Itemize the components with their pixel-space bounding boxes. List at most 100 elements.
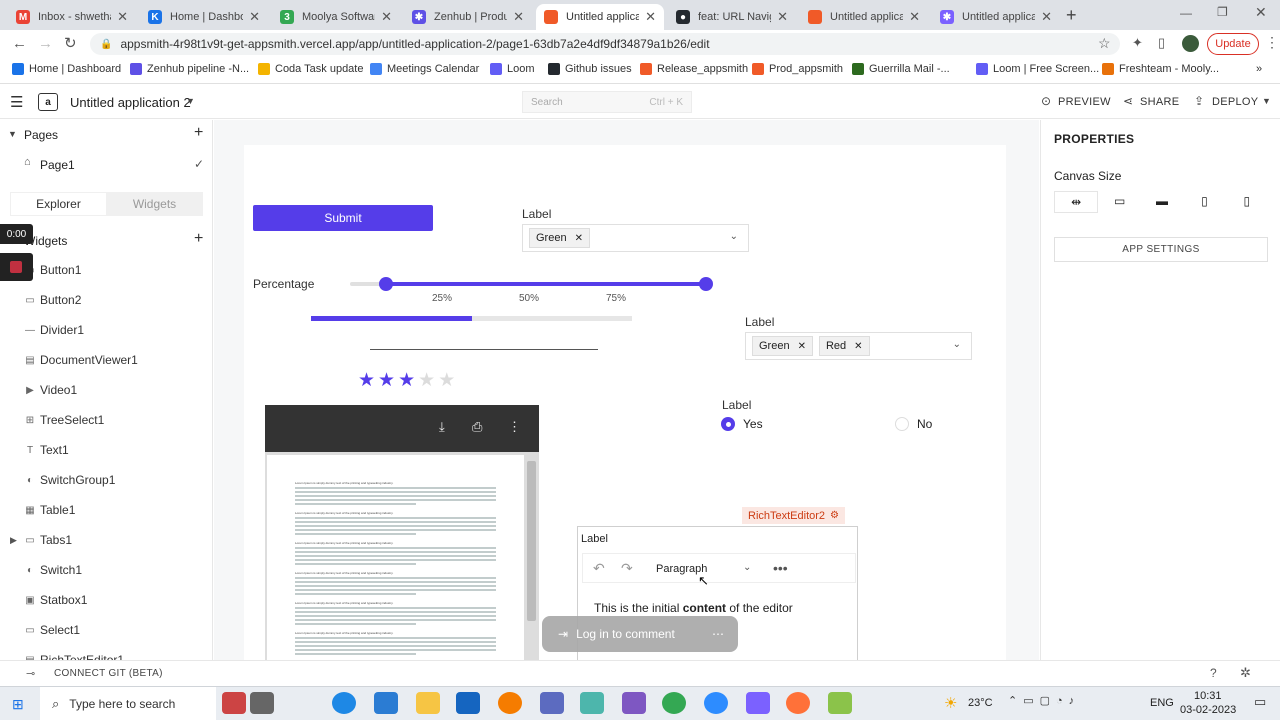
browser-tab[interactable]: ✱Zenhub | Product✕ [404,4,532,30]
deploy-chevron-icon[interactable]: ▼ [1262,96,1271,106]
menu-dots-icon[interactable]: ⋮ [1265,34,1279,51]
forward-icon[interactable]: → [38,35,53,52]
comment-pill[interactable]: ⇥ Log in to comment ⋯ [542,616,738,652]
bookmark-item[interactable]: Home | Dashboard [12,63,121,75]
taskbar-app-icon[interactable] [456,692,480,714]
download-icon[interactable]: ⤓ [439,419,445,435]
taskbar-app-icon[interactable] [250,692,274,714]
tab-explorer[interactable]: Explorer [11,193,106,215]
settings-icon[interactable]: ⚙ [830,510,839,521]
bookmark-item[interactable]: Guerrilla Mail -... [852,63,950,75]
close-tab-icon[interactable]: ✕ [117,9,128,25]
canvas[interactable]: Submit Label Green ✕ ⌄ Percentage 25% 50%… [244,145,1006,666]
widget-item[interactable]: ◐ SwitchGroup1 [0,465,212,495]
browser-tab[interactable]: KHome | Dashboard✕ [140,4,268,30]
remove-chip-icon[interactable]: ✕ [798,341,806,352]
print-icon[interactable]: ⎙ [472,419,482,435]
widget-name-tag[interactable]: RichTextEditor2 ⚙ [742,507,846,524]
bookmark-item[interactable]: Release_appsmith [640,63,748,75]
bookmark-item[interactable]: Meetings Calendar [370,63,479,75]
add-page-button[interactable]: + [194,124,203,142]
share-button[interactable]: SHARE [1140,96,1179,108]
update-button[interactable]: Update [1207,33,1259,55]
rating-stars[interactable]: ★ ★ ★ ★ ★ [358,369,458,392]
app-title[interactable]: Untitled application 2 [70,95,191,110]
browser-tab[interactable]: Untitled applicat ✕ [800,4,928,30]
star-icon[interactable]: ★ [418,369,435,392]
widget-item[interactable]: ▤ DocumentViewer1 [0,345,212,375]
close-tab-icon[interactable]: ✕ [381,9,392,25]
bookmark-item[interactable]: Zenhub pipeline -N... [130,63,249,75]
bookmark-item[interactable]: Prod_appsmith [752,63,843,75]
bookmarks-overflow-icon[interactable]: » [1256,63,1262,75]
taskbar-app-icon[interactable] [828,692,852,714]
clock-date[interactable]: 03-02-2023 [1180,704,1236,716]
app-settings-button[interactable]: APP SETTINGS [1054,237,1268,262]
multi-select[interactable]: Green ✕ Red ✕ ⌄ [745,332,972,360]
help-icon[interactable]: ? [1210,666,1217,680]
submit-button[interactable]: Submit [253,205,433,231]
minimize-icon[interactable]: — [1180,6,1192,20]
bookmark-star-icon[interactable]: ☆ [1098,35,1111,52]
extensions-icon[interactable]: ✦ [1132,35,1143,51]
redo-icon[interactable]: ↷ [621,560,633,577]
viewer-scrollbar[interactable] [527,461,536,621]
tree-select[interactable]: Green ✕ ⌄ [522,224,749,252]
more-icon[interactable]: ⋯ [712,627,724,641]
sidepanel-icon[interactable]: ▯ [1158,35,1165,51]
hamburger-icon[interactable]: ☰ [10,93,23,111]
language-indicator[interactable]: ENG [1150,697,1174,709]
taskbar-app-icon[interactable] [704,692,728,714]
more-tools-icon[interactable]: ••• [773,560,788,576]
slider-thumb-low[interactable] [378,277,393,291]
undo-icon[interactable]: ↶ [593,560,605,577]
taskbar-app-icon[interactable] [498,692,522,714]
deploy-button[interactable]: DEPLOY [1212,96,1258,108]
more-options-icon[interactable]: ⋮ [508,419,521,435]
select-chip-green[interactable]: Green ✕ [529,228,590,248]
star-icon[interactable]: ★ [378,369,395,392]
bookmark-item[interactable]: Freshteam - Mooly... [1102,63,1219,75]
document-viewer[interactable]: ⤓ ⎙ ⋮ Lorem Ipsum is simply dummy text o… [265,405,539,665]
debugger-icon[interactable]: ✲ [1240,665,1251,681]
widget-item[interactable]: ▭ Button2 [0,285,212,315]
bookmark-item[interactable]: Github issues [548,63,632,75]
taskbar-app-icon[interactable] [746,692,770,714]
rte-content[interactable]: This is the initial content of the edito… [594,601,793,615]
new-tab-button[interactable]: + [1066,5,1077,26]
close-tab-icon[interactable]: ✕ [645,9,656,25]
temperature[interactable]: 23°C [968,697,993,709]
star-icon[interactable]: ★ [358,369,375,392]
taskbar-app-icon[interactable] [540,692,564,714]
bookmark-item[interactable]: Loom | Free Screen... [976,63,1099,75]
windows-start-icon[interactable]: ⊞ [12,696,24,713]
fluid-size-icon[interactable]: ⇹ [1054,191,1099,213]
connect-git-button[interactable]: CONNECT GIT (BETA) [54,668,163,679]
widget-item[interactable]: ◐ Switch1 [0,555,212,585]
taskbar-app-icon[interactable] [222,692,246,714]
login-to-comment[interactable]: Log in to comment [576,627,675,641]
add-widget-button[interactable]: + [194,230,203,248]
page-item-page1[interactable]: ⌂ Page1 ✓ [0,150,212,178]
chevron-down-icon[interactable]: ▼ [186,96,195,106]
slider-thumb-high[interactable] [699,277,713,291]
widget-item[interactable]: — Divider1 [0,315,212,345]
expand-chevron-icon[interactable]: ▶ [10,535,17,546]
stop-recording-button[interactable] [0,253,33,281]
bookmark-item[interactable]: Coda Task update [258,63,363,75]
close-tab-icon[interactable]: ✕ [909,9,920,25]
taskbar-search[interactable]: ⌕ Type here to search [40,687,216,721]
restore-icon[interactable]: ❐ [1217,5,1228,19]
tray-icons[interactable]: ⌃▭▢◔♪ [1008,694,1080,707]
tablet-icon[interactable]: ▯ [1183,191,1225,213]
chevron-down-icon[interactable]: ⌄ [953,339,961,350]
clock-time[interactable]: 10:31 [1194,690,1222,702]
widget-item[interactable]: T Text1 [0,435,212,465]
pages-chevron-icon[interactable]: ▼ [8,129,17,139]
widget-item[interactable]: ▭ Select1 [0,615,212,645]
widget-item[interactable]: ▶ ▭ Tabs1 [0,525,212,555]
widget-item[interactable]: ⊞ TreeSelect1 [0,405,212,435]
remove-chip-icon[interactable]: ✕ [575,233,583,244]
chevron-down-icon[interactable]: ⌄ [730,231,738,242]
widget-item[interactable]: ▣ Statbox1 [0,585,212,615]
